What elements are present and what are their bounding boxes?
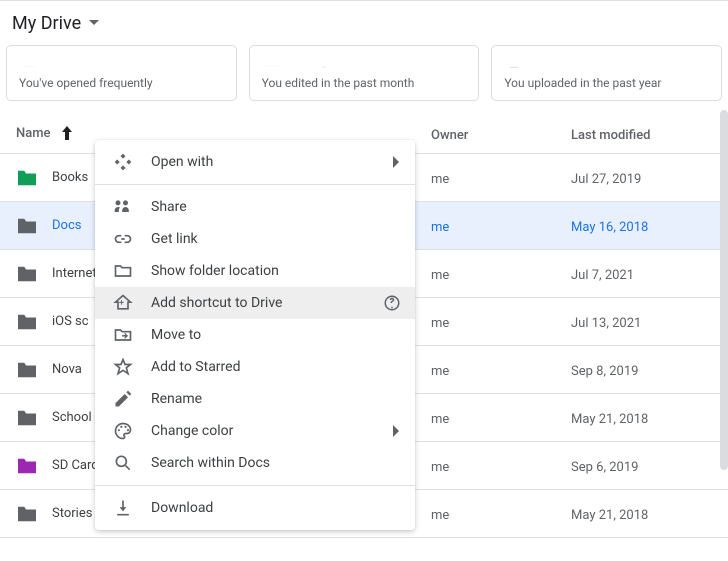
folder-icon [16, 409, 38, 427]
menu-label: Share [151, 199, 187, 215]
owner-value: me [431, 412, 449, 427]
menu-change-color[interactable]: Change color [95, 415, 415, 447]
folder-name: Books [52, 170, 88, 185]
card-subtitle: You've opened frequently [19, 76, 224, 90]
sheets-icon [19, 52, 39, 70]
col-owner-header[interactable]: Owner [431, 128, 468, 143]
menu-share[interactable]: Share [95, 191, 415, 223]
folder-name: Internet [52, 266, 97, 281]
breadcrumb-header: My Drive [0, 1, 728, 45]
modified-value: May 21, 2018 [571, 412, 648, 427]
download-icon [111, 496, 135, 520]
folder-name: SD Card [52, 458, 99, 473]
card-subtitle: You edited in the past month [262, 76, 467, 90]
owner-value: me [431, 364, 449, 379]
card-title: Internet Balance [49, 54, 143, 69]
card-title: xeal 10.9 Zela armeabi-v… [534, 54, 682, 69]
modified-value: Sep 8, 2019 [571, 364, 638, 379]
suggestion-card[interactable]: Instagram notifications fo… You edited i… [249, 45, 480, 101]
chevron-right-icon [393, 156, 401, 168]
modified-value: May 16, 2018 [571, 220, 648, 235]
star-icon [111, 355, 135, 379]
menu-label: Search within Docs [151, 455, 270, 471]
context-menu: Open with Share Get link Show folder loc… [95, 140, 415, 530]
modified-value: Jul 13, 2021 [571, 316, 641, 331]
folder-icon [16, 169, 38, 187]
menu-open-with[interactable]: Open with [95, 146, 415, 178]
menu-move-to[interactable]: Move to [95, 319, 415, 351]
owner-value: me [431, 316, 449, 331]
menu-rename[interactable]: Rename [95, 383, 415, 415]
scrollbar[interactable] [720, 110, 728, 470]
owner-value: me [431, 460, 449, 475]
folder-icon [16, 313, 38, 331]
folder-icon [16, 505, 38, 523]
folder-icon [16, 265, 38, 283]
owner-value: me [431, 172, 449, 187]
link-icon [111, 227, 135, 251]
menu-label: Change color [151, 423, 233, 439]
menu-label: Rename [151, 391, 202, 407]
share-icon [111, 195, 135, 219]
folder-name: School [52, 410, 92, 425]
owner-value: me [431, 220, 449, 235]
open-with-icon [111, 150, 135, 174]
menu-add-to-starred[interactable]: Add to Starred [95, 351, 415, 383]
menu-label: Open with [151, 154, 213, 170]
folder-name: Stories [52, 506, 92, 521]
menu-show-folder-location[interactable]: Show folder location [95, 255, 415, 287]
menu-divider [95, 485, 415, 486]
move-to-icon [111, 323, 135, 347]
add-shortcut-icon [111, 291, 135, 315]
menu-divider [95, 184, 415, 185]
modified-value: Jul 7, 2021 [571, 268, 634, 283]
folder-icon [16, 361, 38, 379]
suggestions-row: Internet Balance You've opened frequentl… [0, 45, 728, 107]
rename-icon [111, 387, 135, 411]
folder-icon [16, 217, 38, 235]
folder-icon [16, 457, 38, 475]
search-icon [111, 451, 135, 475]
card-subtitle: You uploaded in the past year [504, 76, 709, 90]
breadcrumb-dropdown-icon[interactable] [89, 20, 99, 26]
folder-name: Nova [52, 362, 82, 377]
menu-add-shortcut[interactable]: Add shortcut to Drive [95, 287, 415, 319]
col-name-header[interactable]: Name [16, 126, 51, 141]
sort-arrow-up-icon[interactable] [61, 126, 73, 140]
menu-label: Add shortcut to Drive [151, 295, 282, 311]
menu-label: Move to [151, 327, 201, 343]
menu-label: Show folder location [151, 263, 279, 279]
card-title: Instagram notifications fo… [292, 54, 450, 69]
suggestion-card[interactable]: xeal 10.9 Zela armeabi-v… You uploaded i… [491, 45, 722, 101]
owner-value: me [431, 508, 449, 523]
help-icon[interactable] [383, 294, 401, 312]
modified-value: May 21, 2018 [571, 508, 648, 523]
folder-outline-icon [111, 259, 135, 283]
owner-value: me [431, 268, 449, 283]
modified-value: Jul 27, 2019 [571, 172, 641, 187]
image-icon [262, 52, 282, 70]
page-title[interactable]: My Drive [12, 13, 81, 34]
menu-download[interactable]: Download [95, 492, 415, 524]
col-modified-header[interactable]: Last modified [571, 128, 651, 143]
menu-label: Download [151, 500, 213, 516]
menu-search-within[interactable]: Search within Docs [95, 447, 415, 479]
menu-get-link[interactable]: Get link [95, 223, 415, 255]
palette-icon [111, 419, 135, 443]
menu-label: Add to Starred [151, 359, 240, 375]
suggestion-card[interactable]: Internet Balance You've opened frequentl… [6, 45, 237, 101]
menu-label: Get link [151, 231, 198, 247]
folder-name: Docs [52, 218, 81, 233]
file-icon [504, 52, 524, 70]
chevron-right-icon [393, 425, 401, 437]
modified-value: Sep 6, 2019 [571, 460, 638, 475]
folder-name: iOS sc [52, 314, 89, 329]
